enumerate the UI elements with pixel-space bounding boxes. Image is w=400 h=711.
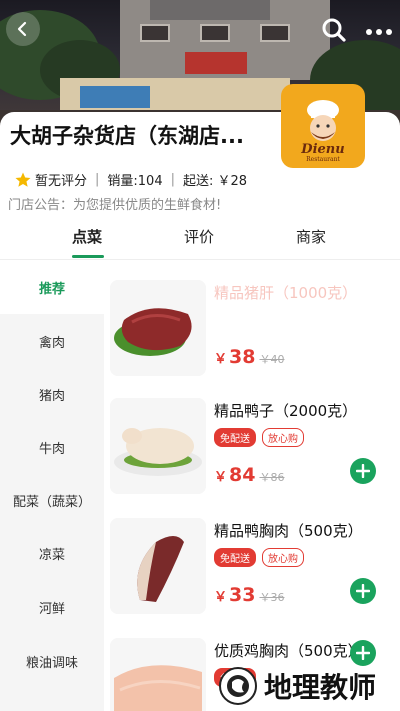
sidebar-item-vegetables[interactable]: 配菜（蔬菜）: [0, 473, 104, 527]
min-order: 起送: ￥28: [183, 174, 248, 189]
original-price: ￥36: [259, 591, 285, 604]
sidebar-item-recommend[interactable]: 推荐: [0, 260, 104, 314]
watermark: 地理教师: [218, 666, 376, 706]
product-item[interactable]: 精品鸭子（2000克） 免配送 放心购 ￥ 84 ￥86: [110, 398, 400, 498]
product-image[interactable]: [110, 518, 206, 614]
product-price: ￥ 84 ￥86: [214, 464, 285, 486]
back-button[interactable]: [6, 12, 40, 46]
sidebar-item-pork[interactable]: 猪肉: [0, 367, 104, 421]
tab-merchant[interactable]: 商家: [296, 226, 326, 247]
logo-text: Dienu: [301, 142, 345, 157]
product-image[interactable]: [110, 638, 206, 711]
product-item[interactable]: 精品猪肝（1000克） ￥ 38 ￥40: [110, 280, 400, 380]
plus-icon: [356, 464, 370, 478]
original-price: ￥40: [259, 353, 285, 366]
tag-trusted: 放心购: [262, 548, 304, 567]
watermark-text: 地理教师: [264, 671, 377, 704]
store-name: 大胡子杂货店（东湖店...: [10, 124, 244, 148]
store-page: 大胡子杂货店（东湖店... Dienu Restaurant 暂无评分 | 销量…: [0, 0, 400, 711]
tag-trusted: 放心购: [262, 428, 304, 447]
product-image[interactable]: [110, 280, 206, 376]
original-price: ￥86: [259, 471, 285, 484]
product-price: ￥ 33 ￥36: [214, 584, 285, 606]
add-to-cart-button[interactable]: [350, 578, 376, 604]
ellipsis-icon: [366, 29, 392, 35]
more-button[interactable]: [362, 18, 396, 46]
plus-icon: [356, 584, 370, 598]
product-name: 精品猪肝（1000克）: [214, 284, 358, 302]
store-notice: 门店公告：为您提供优质的生鲜食材!: [8, 198, 222, 213]
tab-reviews[interactable]: 评价: [184, 226, 214, 247]
chevron-left-icon: [17, 21, 27, 37]
plus-icon: [356, 646, 370, 660]
add-to-cart-button[interactable]: [350, 458, 376, 484]
tag-free-delivery: 免配送: [214, 548, 256, 567]
tab-order[interactable]: 点菜: [72, 226, 102, 247]
sidebar-item-river-fresh[interactable]: 河鲜: [0, 580, 104, 634]
rating-text: 暂无评分: [35, 174, 88, 189]
store-tabs: 点菜 评价 商家: [0, 222, 400, 260]
meta-divider: |: [170, 172, 175, 187]
sidebar-item-cold-dishes[interactable]: 凉菜: [0, 526, 104, 580]
product-image[interactable]: [110, 398, 206, 494]
sidebar-item-grain-oil[interactable]: 粮油调味: [0, 634, 104, 688]
category-sidebar: 推荐 禽肉 猪肉 牛肉 配菜（蔬菜） 凉菜 河鲜 粮油调味: [0, 260, 104, 711]
star-icon: [15, 172, 31, 187]
product-tags: 免配送 放心购: [214, 548, 304, 567]
active-tab-indicator: [72, 255, 104, 258]
search-button[interactable]: [320, 16, 348, 44]
store-logo: Dienu Restaurant: [281, 84, 365, 168]
search-icon: [322, 18, 346, 42]
tag-free-delivery: 免配送: [214, 428, 256, 447]
geography-badge-icon: [219, 667, 257, 705]
product-name: 精品鸭子（2000克）: [214, 402, 358, 420]
product-name: 精品鸭胸肉（500克）: [214, 522, 363, 540]
sales-count: 销量:104: [107, 174, 163, 189]
sidebar-item-poultry[interactable]: 禽肉: [0, 314, 104, 368]
product-name: 优质鸡胸肉（500克）: [214, 642, 363, 660]
add-to-cart-button[interactable]: [350, 640, 376, 666]
logo-subtext: Restaurant: [306, 156, 340, 163]
product-tags: 免配送 放心购: [214, 428, 304, 447]
sidebar-item-beef[interactable]: 牛肉: [0, 420, 104, 474]
product-item[interactable]: 精品鸭胸肉（500克） 免配送 放心购 ￥ 33 ￥36: [110, 518, 400, 618]
meta-divider: |: [95, 172, 100, 187]
store-meta: 暂无评分 | 销量:104 | 起送: ￥28: [14, 170, 247, 189]
product-price: ￥ 38 ￥40: [214, 346, 285, 368]
